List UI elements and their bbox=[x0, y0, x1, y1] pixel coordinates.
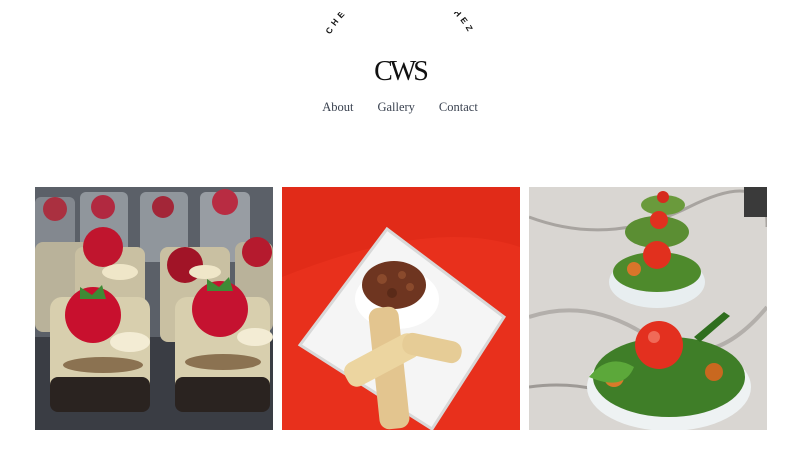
nav-contact-link[interactable]: Contact bbox=[439, 100, 478, 115]
site-logo[interactable]: CHEF WARREN SANCHEZ CWS bbox=[310, 12, 490, 90]
main-nav: About Gallery Contact bbox=[0, 100, 800, 115]
gallery-image-desserts[interactable] bbox=[35, 187, 273, 430]
gallery-image-plated-dish[interactable] bbox=[282, 187, 520, 430]
logo-name-text: CHEF WARREN SANCHEZ bbox=[323, 12, 473, 36]
nav-about-link[interactable]: About bbox=[322, 100, 353, 115]
gallery-image-salads[interactable] bbox=[529, 187, 767, 430]
logo-monogram: CWS bbox=[374, 56, 427, 87]
svg-text:CHEF WARREN SANCHEZ: CHEF WARREN SANCHEZ bbox=[323, 12, 476, 36]
image-gallery bbox=[35, 187, 767, 430]
nav-gallery-link[interactable]: Gallery bbox=[377, 100, 414, 115]
